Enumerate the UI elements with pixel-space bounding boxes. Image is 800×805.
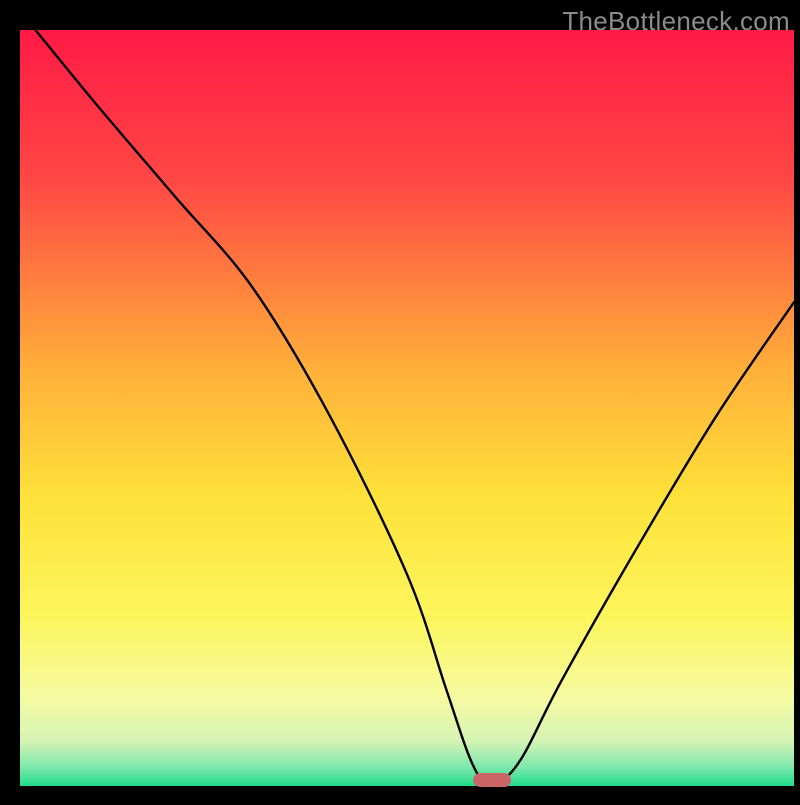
optimal-point-marker <box>473 773 511 787</box>
plot-area <box>20 30 794 786</box>
bottleneck-chart: TheBottleneck.com <box>0 0 800 800</box>
chart-canvas <box>0 0 800 800</box>
watermark-text: TheBottleneck.com <box>562 6 790 37</box>
